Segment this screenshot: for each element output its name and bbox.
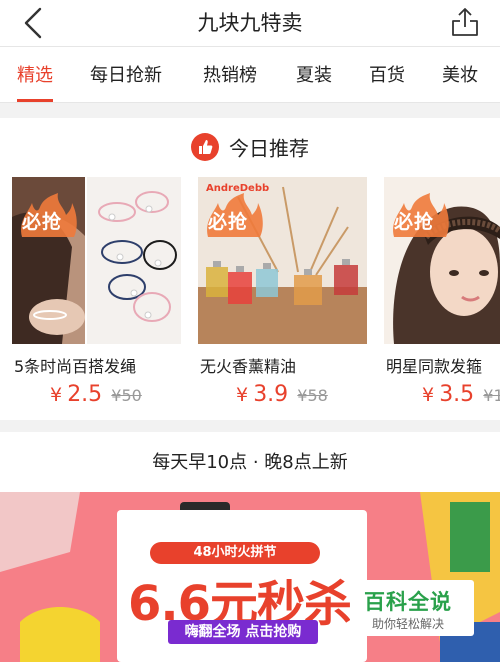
- product-name: 明星同款发箍: [386, 357, 483, 376]
- daily-update-text: 每天早10点 · 晚8点上新: [152, 452, 348, 473]
- current-price: 3.9: [253, 382, 289, 407]
- product-card[interactable]: 必抢 5条时尚百搭发绳 ¥ 2.5 ¥50: [12, 177, 181, 407]
- share-button[interactable]: [450, 7, 480, 37]
- tab-general-goods[interactable]: 百货: [369, 47, 405, 102]
- watermark-subtitle: 助你轻松解决: [372, 617, 445, 631]
- product-name: 无火香薰精油: [200, 357, 297, 376]
- product-price[interactable]: ¥ 2.5 ¥50: [50, 382, 142, 407]
- product-image[interactable]: 必抢: [12, 177, 181, 344]
- tab-hot-sales[interactable]: 热销榜: [203, 47, 257, 102]
- tab-beauty[interactable]: 美妆: [442, 47, 478, 102]
- must-buy-badge: 必抢: [390, 193, 450, 239]
- promo-banner[interactable]: 48小时火拼节 6.6元秒杀 嗨翻全场 点击抢购: [0, 492, 500, 662]
- tab-summer-wear[interactable]: 夏装: [296, 47, 332, 102]
- currency-symbol: ¥: [236, 384, 249, 406]
- must-buy-badge: 必抢: [18, 193, 78, 239]
- product-image[interactable]: 必抢: [384, 177, 500, 344]
- tab-featured[interactable]: 精选: [17, 47, 53, 102]
- product-name: 5条时尚百搭发绳: [14, 357, 137, 376]
- currency-symbol: ¥: [50, 384, 63, 406]
- tab-label: 精选: [17, 65, 53, 86]
- currency-symbol: ¥: [422, 384, 435, 406]
- original-price: ¥50: [111, 386, 142, 405]
- banner-cta-button[interactable]: 嗨翻全场 点击抢购: [168, 620, 318, 644]
- current-price: 2.5: [67, 382, 103, 407]
- share-icon: [452, 8, 478, 36]
- watermark: 百科全说 助你轻松解决: [350, 580, 474, 636]
- watermark-title: 百科全说: [364, 590, 452, 614]
- product-card[interactable]: AndreDebb 必抢 无火香薰精油 ¥ 3.9 ¥58: [198, 177, 367, 407]
- recommend-title: 今日推荐: [229, 136, 309, 161]
- original-price: ¥58: [297, 386, 328, 405]
- current-price: 3.5: [439, 382, 475, 407]
- product-price[interactable]: ¥ 3.5 ¥1: [422, 382, 500, 407]
- recommend-header: 今日推荐: [0, 132, 500, 162]
- active-tab-indicator: [17, 99, 53, 102]
- must-buy-label: 必抢: [394, 211, 435, 233]
- product-card[interactable]: 必抢 明星同款发箍 ¥ 3.5 ¥1: [384, 177, 500, 407]
- product-image[interactable]: AndreDebb 必抢: [198, 177, 367, 344]
- recommend-section: 今日推荐 必抢 5条时尚百搭发绳 ¥ 2.5 ¥50 AndreDebb 必抢 …: [0, 118, 500, 420]
- original-price: ¥1: [483, 386, 500, 405]
- must-buy-label: 必抢: [208, 211, 249, 233]
- product-price[interactable]: ¥ 3.9 ¥58: [236, 382, 328, 407]
- top-nav-bar: 九块九特卖: [0, 0, 500, 47]
- must-buy-badge: 必抢: [204, 193, 264, 239]
- thumbs-up-icon: [191, 132, 219, 161]
- must-buy-label: 必抢: [22, 211, 63, 233]
- category-tabs: 精选 每日抢新 热销榜 夏装 百货 美妆: [0, 47, 500, 103]
- banner-ribbon: 48小时火拼节: [150, 542, 320, 564]
- page-title: 九块九特卖: [197, 11, 303, 35]
- tab-daily-new[interactable]: 每日抢新: [90, 47, 162, 102]
